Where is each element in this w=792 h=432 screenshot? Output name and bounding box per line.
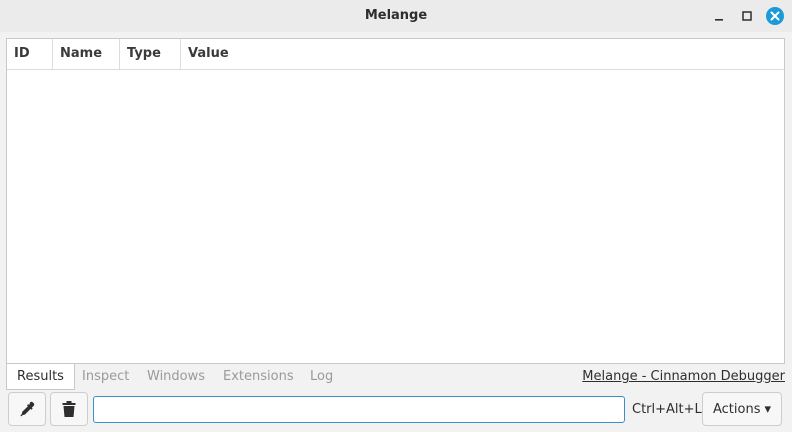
melange-window: Melange ID Name Type Value Results Inspe… <box>0 0 792 432</box>
column-header-id[interactable]: ID <box>7 39 53 69</box>
shortcut-label: Ctrl+Alt+L <box>632 402 702 417</box>
close-icon <box>766 7 784 25</box>
table-body[interactable] <box>7 70 784 364</box>
tab-extensions[interactable]: Extensions <box>223 364 294 389</box>
picker-button[interactable] <box>8 392 46 426</box>
window-title: Melange <box>364 8 428 23</box>
actions-button[interactable]: Actions ▾ <box>702 392 782 426</box>
tab-bar: Results Inspect Windows Extensions Log M… <box>6 364 785 390</box>
column-header-name[interactable]: Name <box>53 39 120 69</box>
column-header-value[interactable]: Value <box>181 39 784 69</box>
minimize-button[interactable] <box>710 7 728 25</box>
clear-button[interactable] <box>50 392 88 426</box>
debugger-link[interactable]: Melange - Cinnamon Debugger <box>582 364 785 389</box>
tab-results[interactable]: Results <box>6 364 75 390</box>
bottom-toolbar: Ctrl+Alt+L Actions ▾ <box>0 391 792 432</box>
tab-log[interactable]: Log <box>310 364 333 389</box>
command-input[interactable] <box>93 396 625 423</box>
column-header-type[interactable]: Type <box>120 39 181 69</box>
close-button[interactable] <box>766 7 784 25</box>
tab-windows[interactable]: Windows <box>147 364 205 389</box>
actions-label: Actions <box>712 401 761 417</box>
dropdown-arrow-icon: ▾ <box>764 401 772 417</box>
title-bar[interactable]: Melange <box>0 0 792 32</box>
trash-icon <box>62 401 76 417</box>
minimize-icon <box>715 19 723 21</box>
table-header: ID Name Type Value <box>7 39 784 70</box>
tab-inspect[interactable]: Inspect <box>82 364 129 389</box>
maximize-button[interactable] <box>738 7 756 25</box>
results-table[interactable]: ID Name Type Value <box>6 38 785 364</box>
eyedropper-icon <box>20 401 35 417</box>
maximize-icon <box>742 11 752 21</box>
